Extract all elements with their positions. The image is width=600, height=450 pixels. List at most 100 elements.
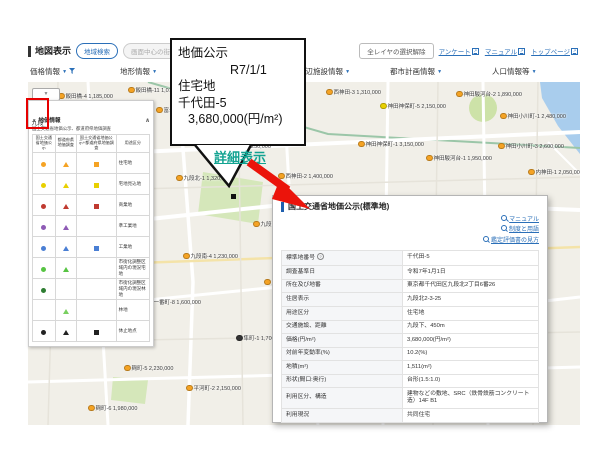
map-price-label[interactable]: 麹町-6 1,980,000 (88, 404, 137, 412)
legend-row: 林地 (33, 299, 150, 320)
detail-help-link-0[interactable]: マニュアル (509, 217, 539, 223)
price-point-icon (236, 335, 243, 342)
table-row: 地積(m²)1,511(m²) (282, 361, 539, 375)
map-price-label[interactable]: 神田小川町-1 2,480,000 (500, 112, 566, 120)
detail-panel: 国土交通省地価公示(標準地) マニュアル制度と用語鑑定評価書の見方 標準地番号?… (272, 195, 548, 423)
price-label-text: 平河町-2 2,150,000 (194, 384, 241, 392)
selected-point-marker[interactable] (231, 194, 236, 199)
legend-marker-square-icon (94, 162, 99, 167)
layer-menu-0[interactable]: 価格情報 ▼ (30, 66, 75, 77)
map-price-label[interactable]: 神田駿河台-2 1,890,000 (456, 90, 522, 98)
map-price-label[interactable]: 九段南-4 1,230,000 (183, 252, 238, 260)
layer-menu-3[interactable]: 都市計画情報 ▼ (390, 66, 442, 77)
legend-column-header: 国土交通省地価公示 (33, 135, 56, 153)
price-label-text: 神田小川町-1 2,480,000 (508, 112, 566, 120)
price-point-icon (186, 385, 193, 392)
price-point-icon (88, 405, 95, 412)
legend-marker-square-icon (94, 246, 99, 251)
legend-marker-circle-icon (41, 330, 46, 335)
search-icon (501, 215, 507, 221)
detail-panel-title: 国土交通省地価公示(標準地) (281, 202, 539, 212)
collapse-icon[interactable]: ∧ (145, 117, 150, 124)
table-row: 所在及び地番東京都千代田区九段北2丁目6番26 (282, 279, 539, 293)
table-row: 標準地番号?千代田-5 (282, 250, 539, 266)
detail-row-value: 東京都千代田区九段北2丁目6番26 (403, 279, 539, 293)
price-point-icon (176, 175, 183, 182)
clear-all-layers-button[interactable]: 全レイヤの選択解除 (359, 43, 433, 59)
map-price-label[interactable]: 一番町-8 1,600,000 (146, 298, 201, 306)
caret-down-icon: ▼ (437, 69, 442, 75)
legend-marker-circle-icon (41, 204, 46, 209)
detail-row-value: 建物などの敷地、SRC（鉄骨鉄筋コンクリート造）14F B1 (403, 388, 539, 409)
price-label-text: 麹町-6 1,980,000 (96, 404, 138, 412)
caret-down-icon: ▼ (532, 69, 537, 75)
layer-menu-1[interactable]: 地形情報 ▼ (120, 66, 157, 77)
area-search-button[interactable]: 地域検索 (76, 43, 118, 59)
map-price-label[interactable]: 神田小川町-3 2,600,000 (498, 142, 564, 150)
legend-marker-circle-icon (41, 225, 46, 230)
legend-marker-triangle-icon (63, 246, 69, 251)
map-price-label[interactable]: 神田神保町-5 2,150,000 (380, 102, 446, 110)
map-price-label[interactable]: 西神田-3 1,310,000 (326, 88, 381, 96)
price-point-icon (358, 141, 365, 148)
price-label-text: 麹町-5 2,230,000 (132, 364, 174, 372)
callout-date: R7/1/1 (178, 62, 298, 79)
filter-icon[interactable] (69, 68, 75, 74)
legend-row-label: 準工業地 (116, 215, 149, 236)
legend-row: 宅地見込地 (33, 173, 150, 194)
annotation-arrow-icon (242, 157, 318, 213)
detail-row-value: 九段北2-3-25 (403, 293, 539, 307)
caret-down-icon: ▼ (152, 69, 157, 75)
legend-row-label: 宅地見込地 (116, 173, 149, 194)
top-link-0[interactable]: アンケート↗ (439, 46, 479, 56)
legend-row-label: 商業地 (116, 194, 149, 215)
price-point-icon (156, 107, 163, 114)
map-price-label[interactable]: 飯田橋-4 1,185,000 (58, 92, 113, 100)
table-row: 形状(間口:奥行)台形(1.5:1.0) (282, 374, 539, 388)
table-row: 利用区分、構造建物などの敷地、SRC（鉄骨鉄筋コンクリート造）14F B1 (282, 388, 539, 409)
price-label-text: 神田駿河台-2 1,890,000 (464, 90, 522, 98)
detail-row-label: 利用区分、構造 (282, 388, 403, 409)
detail-help-link-2[interactable]: 鑑定評価書の見方 (491, 238, 539, 244)
detail-row-label: 用途区分 (282, 307, 403, 321)
map-price-label[interactable]: 麹町-5 2,230,000 (124, 364, 173, 372)
tab-map-view[interactable]: 地図表示 (28, 46, 71, 57)
external-link-icon: ↗ (571, 48, 578, 55)
detail-row-value: 令和7年1月1日 (403, 266, 539, 280)
legend-column-header: 都道府県地価調査 (55, 135, 76, 153)
legend-marker-circle-icon (41, 183, 46, 188)
legend-marker-triangle-icon (63, 204, 69, 209)
legend-marker-circle-icon (41, 162, 46, 167)
detail-table: 標準地番号?千代田-5調査基準日令和7年1月1日所在及び地番東京都千代田区九段北… (281, 250, 539, 423)
map-price-label[interactable]: 神田神保町-1 3,150,000 (358, 140, 424, 148)
detail-row-label: 価格(円/m²) (282, 334, 403, 348)
top-link-1[interactable]: マニュアル↗ (485, 46, 525, 56)
detail-row-value: 10.2(%) (403, 347, 539, 361)
map-price-label[interactable]: 平河町-2 2,150,000 (186, 384, 241, 392)
legend-row: 市街化調整区域内の現況宅地 (33, 257, 150, 278)
map-price-label[interactable]: 内神田-1 2,050,000 (528, 168, 580, 176)
table-row: 価格(円/m²)3,680,000(円/m²) (282, 334, 539, 348)
detail-row-label: 対前年変動率(%) (282, 347, 403, 361)
callout-use-category: 住宅地 (178, 78, 298, 95)
legend-marker-square-icon (94, 330, 99, 335)
legend-marker-triangle-icon (63, 183, 69, 188)
layer-menu-4[interactable]: 人口情報等 ▼ (492, 66, 537, 77)
search-icon (483, 236, 489, 242)
price-callout: 地価公示 R7/1/1 住宅地 千代田-5 3,680,000(円/m²) (170, 38, 306, 146)
help-icon[interactable]: ? (317, 253, 324, 260)
legend-row-label: 市街化調整区域内の現況宅地 (116, 257, 149, 278)
detail-row-label: 標準地番号? (282, 250, 403, 266)
callout-price: 3,680,000(円/m²) (178, 111, 298, 128)
detail-row-value: 台形(1.5:1.0) (403, 374, 539, 388)
legend-panel: ▼ 地価情報 ∧ 国土交通省地価公示、都道府県地価調査 国土交通省地価公示都道府… (28, 100, 154, 347)
callout-survey-type: 地価公示 (178, 45, 298, 62)
legend-row-label: 林地 (116, 299, 149, 320)
detail-row-value: 1,511(m²) (403, 361, 539, 375)
map-price-label[interactable]: 神田駿河台-1 1,950,000 (426, 154, 492, 162)
legend-marker-triangle-icon (63, 162, 69, 167)
top-link-2[interactable]: トップページ↗ (531, 46, 578, 56)
detail-row-label: 形状(間口:奥行) (282, 374, 403, 388)
detail-help-link-1[interactable]: 制度と用語 (509, 227, 539, 233)
detail-row-value: 3,680,000(円/m²) (403, 334, 539, 348)
